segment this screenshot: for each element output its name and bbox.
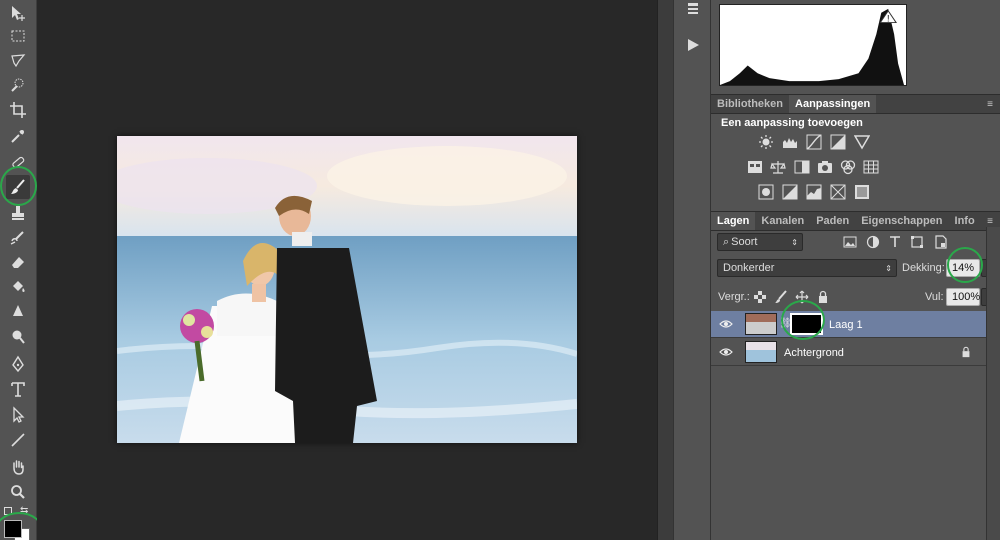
layer-filter-value: Soort [731,236,758,248]
wedding-photo [117,136,577,443]
filter-shape-icon[interactable] [909,234,925,250]
crop-icon[interactable] [6,98,30,122]
document-canvas[interactable] [37,0,657,540]
brush-icon[interactable] [6,175,30,199]
blend-mode-value: Donkerder [723,262,775,274]
black-white-icon[interactable] [793,159,811,175]
curves-icon[interactable] [805,134,823,150]
layer-row-laag1[interactable]: ⛓ Laag 1 [711,311,987,338]
panel-menu-icon[interactable]: ≡ [983,99,997,110]
visibility-eye-icon[interactable] [719,318,733,330]
lock-pixels-icon[interactable] [773,289,789,305]
filter-smart-object-icon[interactable] [933,234,949,250]
filter-pixel-icon[interactable] [842,234,858,250]
layer-thumbnail [745,313,777,335]
lock-all-icon[interactable] [815,289,831,305]
filter-type-icon[interactable] [887,234,903,250]
layer-mask-thumbnail[interactable] [790,313,823,335]
foreground-color-swatch[interactable] [4,520,22,538]
tab-info[interactable]: Info [949,212,981,230]
lasso-icon[interactable] [6,48,30,72]
exposure-icon[interactable] [829,134,847,150]
healing-brush-icon[interactable] [6,150,30,174]
lock-label: Vergr.: [718,291,750,303]
move-icon[interactable] [6,1,30,25]
channel-mixer-icon[interactable] [839,159,857,175]
zoom-icon[interactable] [6,480,30,504]
photo-filter-icon[interactable] [816,159,834,175]
chevron-updown-icon: ⇕ [791,237,798,247]
vibrance-icon[interactable] [853,134,871,150]
swap-colors-icon[interactable]: ⇆ [20,505,28,516]
fill-label: Vul: [925,291,944,303]
selective-color-icon[interactable] [853,184,871,200]
gradient-map-icon[interactable] [829,184,847,200]
adjustment-title: Een aanpassing toevoegen [721,117,863,129]
actions-play-icon[interactable] [678,32,707,58]
color-lookup-icon[interactable] [862,159,880,175]
hue-saturation-icon[interactable] [746,159,764,175]
tab-paths[interactable]: Paden [810,212,855,230]
type-icon[interactable] [6,377,30,401]
brightness-icon[interactable] [757,134,775,150]
filter-adjustment-icon[interactable] [865,234,881,250]
tab-properties[interactable]: Eigenschappen [855,212,948,230]
visibility-eye-icon[interactable] [719,346,733,358]
line-icon[interactable] [6,428,30,452]
dodge-icon[interactable] [6,325,30,349]
layer-row-achtergrond[interactable]: Achtergrond [711,339,987,366]
tab-channels[interactable]: Kanalen [755,212,810,230]
quick-select-icon[interactable] [6,73,30,97]
clone-stamp-icon[interactable] [6,201,30,225]
collapsed-panel-dock [673,0,710,540]
pen-icon[interactable] [6,352,30,376]
threshold-icon[interactable] [805,184,823,200]
levels-icon[interactable] [781,134,799,150]
tab-layers[interactable]: Lagen [711,212,756,230]
layer-name[interactable]: Achtergrond [784,347,844,359]
search-icon: ⌕ [723,235,730,248]
layers-scrollbar[interactable] [986,227,1000,540]
layer-filter-select[interactable]: ⌕ Soort ⇕ [717,233,803,251]
eraser-icon[interactable] [6,250,30,274]
tab-adjustments[interactable]: Aanpassingen [789,95,877,113]
color-balance-icon[interactable] [769,159,787,175]
history-brush-icon[interactable] [6,226,30,250]
svg-text:!: ! [887,14,889,24]
paint-bucket-icon[interactable] [6,275,30,299]
posterize-icon[interactable] [781,184,799,200]
layers-menu-icon[interactable]: ≡ [983,216,997,227]
invert-icon[interactable] [757,184,775,200]
layer-thumbnail [745,341,777,363]
blend-mode-select[interactable]: Donkerder ⇕ [717,259,897,277]
tools-panel: ⇆ [0,0,44,540]
eyedropper-icon[interactable] [6,124,30,148]
path-select-icon[interactable] [6,403,30,427]
lock-position-icon[interactable] [794,289,810,305]
adjust-tabs: Bibliotheken Aanpassingen ≡ [711,94,1000,114]
opacity-input[interactable]: 14% [946,259,980,277]
opacity-label: Dekking: [902,262,945,274]
hand-icon[interactable] [6,455,30,479]
layers-tabs: Lagen Kanalen Paden Eigenschappen Info ≡ [711,211,1000,231]
lock-transparent-icon[interactable] [752,289,768,305]
history-panel-icon[interactable] [678,0,707,22]
fill-input[interactable]: 100% [946,288,980,306]
marquee-icon[interactable] [6,24,30,48]
chevron-updown-icon: ⇕ [885,263,892,273]
photoshop-window: ⇆ ! Bibliotheken Aanpassingen ≡ Een aanp… [0,0,1000,540]
histogram: ! [719,4,907,86]
default-colors-icon[interactable] [4,507,12,515]
blur-icon[interactable] [6,300,30,324]
layer-name[interactable]: Laag 1 [829,319,863,331]
right-panels: ! Bibliotheken Aanpassingen ≡ Een aanpas… [710,0,1000,540]
tab-libraries[interactable]: Bibliotheken [711,95,789,113]
lock-icon[interactable] [960,346,972,358]
canvas-scrollbar[interactable] [657,0,673,540]
